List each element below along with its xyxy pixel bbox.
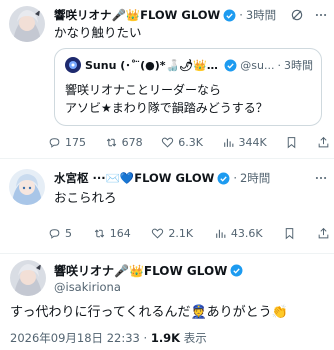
reply-button[interactable]: 175	[48, 136, 86, 149]
views-button[interactable]: 344K	[222, 136, 267, 149]
post-time[interactable]: 3時間	[246, 7, 276, 23]
views-count: 1.9K	[150, 331, 181, 345]
post-3[interactable]: 響咲リオナ🎤👑FLOW GLOW @isakiriona すっ代わりに行ってくれ…	[0, 254, 334, 350]
verified-badge-icon	[230, 264, 243, 277]
quoted-post[interactable]: Sunu (･˚ ̈(●)*🍶🌶👑👾🐁 @su... · 3時間 響咲リオナこと…	[54, 48, 322, 126]
repost-icon	[106, 138, 116, 146]
like-button[interactable]: 2.1K	[151, 227, 193, 240]
views-icon	[223, 138, 233, 147]
share-button[interactable]	[317, 136, 330, 149]
verified-badge-icon	[217, 172, 230, 184]
post-1[interactable]: 響咲リオナ🎤👑FLOW GLOW · 3時間 かなり触りたい Sunu (･˚ …	[0, 0, 334, 158]
heart-icon	[162, 137, 174, 148]
post-timestamp[interactable]: 2026年09月18日 22:33	[10, 331, 140, 345]
quote-handle: @su...	[240, 58, 275, 72]
quote-time: 3時間	[284, 59, 313, 72]
grok-icon[interactable]	[290, 8, 304, 22]
repost-icon	[94, 229, 104, 237]
quote-text-line: アソビ★まわり隊で韻踏みどうする？	[65, 101, 268, 115]
author-name[interactable]: 水宮枢 ···✉️💙FLOW GLOW	[54, 170, 214, 186]
share-icon	[318, 227, 329, 238]
views-button[interactable]: 43.6K	[214, 227, 263, 240]
avatar[interactable]	[10, 260, 46, 296]
author-name[interactable]: 響咲リオナ🎤👑FLOW GLOW	[54, 7, 220, 23]
quote-author-name[interactable]: Sunu (･˚ ̈(●)*🍶🌶👑👾🐁	[85, 57, 221, 73]
post-time[interactable]: 2時間	[240, 170, 270, 186]
repost-button[interactable]: 678	[105, 136, 143, 149]
post-text: おこられろ	[54, 190, 117, 205]
post-2[interactable]: 水宮枢 ···✉️💙FLOW GLOW · 2時間 おこられろ 5 164 2.…	[0, 159, 334, 253]
reply-icon	[49, 137, 60, 148]
repost-button[interactable]: 164	[93, 227, 131, 240]
more-options-icon[interactable]	[314, 171, 328, 185]
bookmark-button[interactable]	[283, 227, 296, 240]
more-options-icon[interactable]	[314, 8, 328, 22]
views-icon	[215, 229, 226, 238]
avatar[interactable]	[9, 6, 45, 42]
verified-badge-icon	[224, 59, 237, 71]
like-button[interactable]: 6.3K	[161, 136, 203, 149]
post-meta: 2026年09月18日 22:33 · 1.9K 表示	[10, 331, 207, 345]
bookmark-icon	[286, 227, 294, 239]
reply-button[interactable]: 5	[48, 227, 72, 240]
bookmark-icon	[288, 136, 296, 148]
verified-badge-icon	[223, 9, 236, 21]
share-button[interactable]	[317, 227, 330, 240]
reply-icon	[49, 228, 60, 239]
avatar[interactable]	[9, 169, 45, 205]
author-handle[interactable]: @isakiriona	[54, 280, 121, 294]
post-text: すっ代わりに行ってくれるんだ👮ありがとう👏	[10, 305, 288, 320]
post-text: かなり触りたい	[54, 25, 142, 40]
author-name[interactable]: 響咲リオナ🎤👑FLOW GLOW	[54, 262, 227, 279]
heart-icon	[152, 228, 164, 239]
share-icon	[318, 136, 329, 147]
views-label: 表示	[183, 331, 207, 345]
quote-avatar	[65, 57, 81, 73]
quote-text-line: 響咲リオナことリーダーなら	[65, 83, 222, 97]
bookmark-button[interactable]	[285, 136, 298, 149]
